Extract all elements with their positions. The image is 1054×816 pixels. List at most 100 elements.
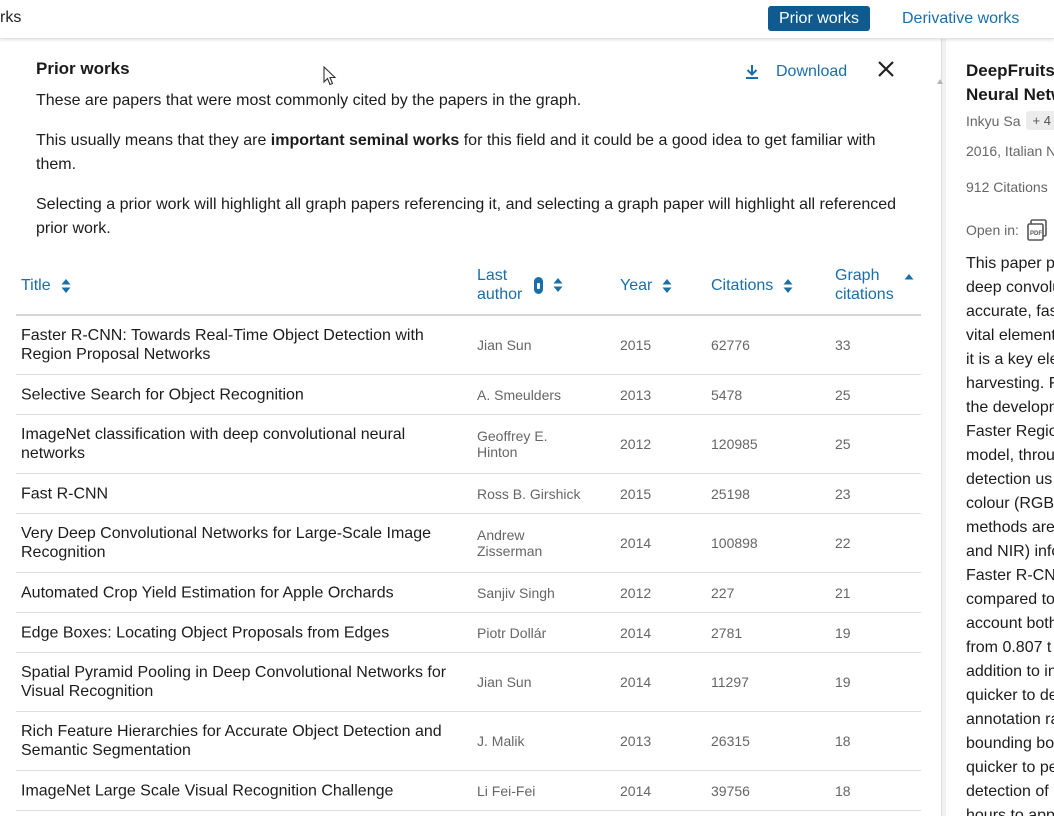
row-graph-citations: 21 bbox=[835, 584, 851, 601]
row-graph-citations: 18 bbox=[835, 733, 851, 749]
panel-title: Prior works bbox=[36, 59, 130, 78]
pdf-icon[interactable]: PDF bbox=[1027, 219, 1047, 241]
top-bar: rks Prior works Derivative works bbox=[0, 0, 1054, 39]
abstract-line: compared to bbox=[966, 591, 1054, 608]
tab-prior-works[interactable]: Prior works bbox=[768, 6, 871, 31]
description-intro: These are papers that were most commonly… bbox=[36, 92, 582, 109]
column-graph-line2: citations bbox=[835, 286, 894, 303]
table-row[interactable]: Spatial Pyramid Pooling in Deep Convolut… bbox=[16, 653, 921, 712]
abstract-line: Faster Regio bbox=[966, 423, 1054, 440]
row-citations: 227 bbox=[711, 584, 735, 601]
description-seminal-bold: important seminal works bbox=[270, 132, 460, 149]
row-title: Spatial Pyramid Pooling in Deep Convolut… bbox=[21, 664, 447, 700]
row-author: Ross B. Girshick bbox=[477, 485, 581, 502]
table-row[interactable]: Faster R-CNN: Towards Real-Time Object D… bbox=[16, 316, 921, 375]
row-title: Faster R-CNN: Towards Real-Time Object D… bbox=[21, 327, 424, 363]
abstract-line: and NIR) info bbox=[966, 543, 1054, 560]
row-title: Automated Crop Yield Estimation for Appl… bbox=[21, 584, 394, 601]
column-header-title[interactable]: Title bbox=[21, 276, 71, 295]
row-year: 2014 bbox=[620, 535, 652, 551]
row-graph-citations: 25 bbox=[835, 386, 851, 403]
paper-detail-panel: DeepFruits Neural Netw Inkyu Sa + 4 2016… bbox=[946, 39, 1054, 816]
row-year: 2014 bbox=[620, 782, 652, 799]
sort-both-icon bbox=[783, 278, 793, 294]
paper-title-line1: DeepFruits bbox=[966, 61, 1054, 80]
paper-meta: 2016, Italian N bbox=[966, 143, 1054, 159]
column-header-citations[interactable]: Citations bbox=[711, 276, 793, 295]
abstract-line: quicker to de bbox=[966, 687, 1054, 704]
row-citations: 26315 bbox=[711, 733, 750, 749]
abstract-line: harvesting. F bbox=[966, 375, 1054, 392]
abstract-line: account both bbox=[966, 615, 1054, 632]
scroll-up-arrow[interactable] bbox=[937, 79, 943, 84]
table-row[interactable]: Fast R-CNN Ross B. Girshick 2015 25198 2… bbox=[16, 474, 921, 514]
column-year-label: Year bbox=[620, 277, 653, 294]
row-citations: 11297 bbox=[711, 674, 749, 690]
table-row[interactable]: Very Deep Convolutional Networks for Lar… bbox=[16, 514, 921, 573]
row-author: Andrew Zisserman bbox=[477, 527, 543, 559]
row-citations: 120985 bbox=[711, 436, 758, 452]
row-citations: 25198 bbox=[711, 485, 750, 502]
row-title: ImageNet Large Scale Visual Recognition … bbox=[21, 782, 394, 799]
abstract-line: accurate, fas bbox=[966, 303, 1054, 320]
table-row[interactable]: ImageNet Large Scale Visual Recognition … bbox=[16, 771, 921, 811]
column-header-graph-citations[interactable]: Graph citations bbox=[835, 266, 914, 304]
row-graph-citations: 22 bbox=[835, 535, 851, 551]
paper-title-line2: Neural Netw bbox=[966, 85, 1054, 104]
abstract-line: detection us bbox=[966, 471, 1053, 488]
row-year: 2014 bbox=[620, 624, 652, 641]
row-title: Selective Search for Object Recognition bbox=[21, 386, 304, 403]
abstract-line: quicker to pe bbox=[966, 759, 1054, 776]
row-author: Geoffrey E. Hinton bbox=[477, 428, 548, 460]
abstract-line: detection of bbox=[966, 783, 1049, 800]
row-year: 2015 bbox=[620, 337, 652, 353]
tab-derivative-works[interactable]: Derivative works bbox=[891, 6, 1030, 31]
paper-title[interactable]: DeepFruits Neural Netw bbox=[966, 59, 1054, 107]
abstract-line: it is a key ele bbox=[966, 351, 1054, 368]
paper-citations: 912 Citations bbox=[966, 179, 1048, 195]
description-seminal-pre: This usually means that they are bbox=[36, 132, 271, 149]
column-header-year[interactable]: Year bbox=[620, 276, 672, 295]
table-row[interactable]: Edge Boxes: Locating Object Proposals fr… bbox=[16, 613, 921, 653]
paper-author[interactable]: Inkyu Sa bbox=[966, 113, 1020, 129]
more-authors-badge[interactable]: + 4 bbox=[1026, 111, 1054, 130]
row-author: Li Fei-Fei bbox=[477, 782, 536, 799]
close-icon[interactable] bbox=[876, 59, 896, 79]
row-graph-citations: 23 bbox=[835, 485, 851, 502]
sort-both-icon bbox=[553, 277, 563, 293]
table-row[interactable]: ImageNet classification with deep convol… bbox=[16, 415, 921, 474]
abstract-line: methods are bbox=[966, 519, 1054, 536]
paper-authors: Inkyu Sa + 4 bbox=[966, 111, 1054, 130]
row-author: Jian Sun bbox=[477, 337, 532, 353]
row-author: A. Smeulders bbox=[477, 386, 562, 403]
row-year: 2015 bbox=[620, 485, 652, 502]
abstract-line: vital element bbox=[966, 327, 1054, 344]
row-graph-citations: 18 bbox=[835, 782, 851, 799]
row-title: Edge Boxes: Locating Object Proposals fr… bbox=[21, 624, 390, 641]
description-selection: Selecting a prior work will highlight al… bbox=[36, 196, 897, 237]
abstract-line: deep convolu bbox=[966, 279, 1054, 296]
column-citations-label: Citations bbox=[711, 277, 774, 294]
table-row[interactable]: Automated Crop Yield Estimation for Appl… bbox=[16, 573, 921, 613]
mouse-cursor-icon bbox=[323, 65, 337, 86]
row-graph-citations: 19 bbox=[835, 624, 851, 641]
sort-ascending-icon bbox=[904, 267, 914, 283]
download-button[interactable]: Download bbox=[745, 62, 847, 82]
row-title: ImageNet classification with deep convol… bbox=[21, 426, 406, 462]
row-title: Rich Feature Hierarchies for Accurate Ob… bbox=[21, 723, 442, 759]
row-graph-citations: 33 bbox=[835, 337, 851, 353]
graph-title-fragment: rks bbox=[0, 9, 22, 26]
abstract-line: hours to app bbox=[966, 807, 1054, 816]
abstract-line: colour (RGB) bbox=[966, 495, 1054, 512]
row-citations: 5478 bbox=[711, 386, 743, 403]
row-year: 2013 bbox=[620, 733, 652, 749]
description-seminal: This usually means that they are importa… bbox=[36, 129, 906, 177]
table-header: Title Last author Year Citations Graph c… bbox=[16, 266, 921, 316]
row-graph-citations: 19 bbox=[835, 674, 851, 690]
column-header-last-author[interactable]: Last author bbox=[477, 266, 563, 304]
row-year: 2014 bbox=[620, 674, 652, 690]
table-row[interactable]: Selective Search for Object Recognition … bbox=[16, 375, 921, 415]
info-icon[interactable] bbox=[534, 276, 544, 294]
table-row[interactable]: Rich Feature Hierarchies for Accurate Ob… bbox=[16, 712, 921, 771]
row-author: Piotr Dollár bbox=[477, 624, 547, 641]
